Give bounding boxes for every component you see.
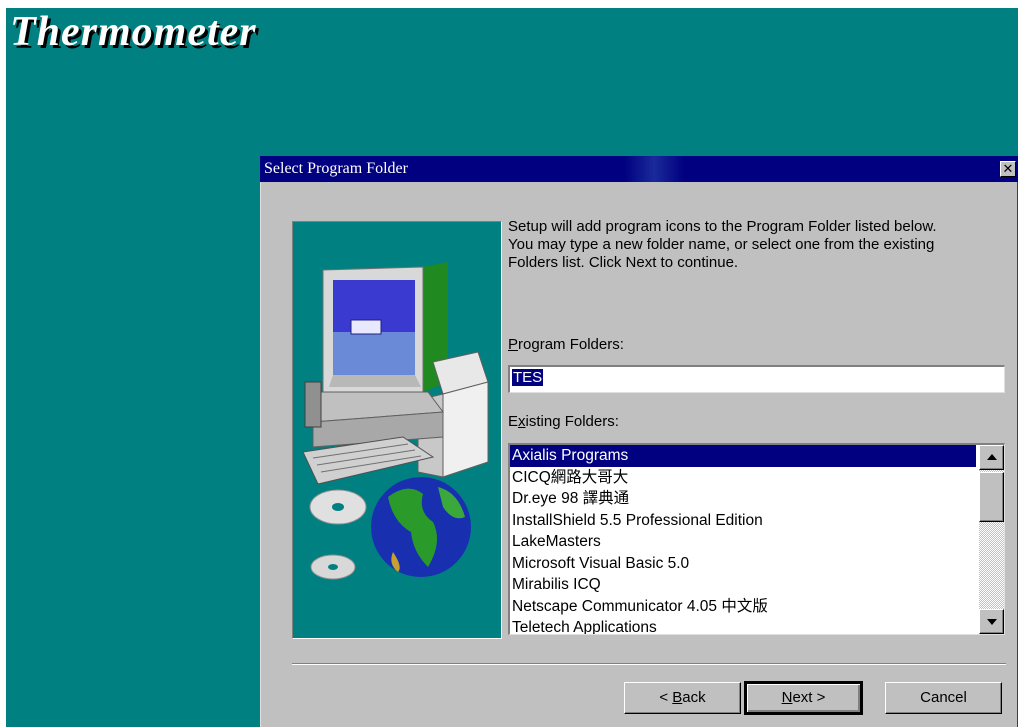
arrow-down-icon <box>987 619 997 625</box>
desktop-background: Thermometer Select Program Folder ✕ Setu… <box>6 8 1018 727</box>
intro-text: Setup will add program icons to the Prog… <box>508 218 1008 272</box>
back-button[interactable]: < Back <box>624 682 741 714</box>
folder-list-item[interactable]: Mirabilis ICQ <box>510 574 976 596</box>
app-title: Thermometer <box>10 9 257 55</box>
setup-illustration <box>292 221 502 639</box>
scroll-down-button[interactable] <box>979 609 1004 634</box>
next-button[interactable]: Next > <box>744 681 863 715</box>
scroll-up-button[interactable] <box>979 445 1004 470</box>
folder-list-item[interactable]: Teletech Applications <box>510 617 976 634</box>
scroll-thumb[interactable] <box>979 472 1004 522</box>
folder-list-item[interactable]: CICQ網路大哥大 <box>510 467 976 489</box>
folder-list-item[interactable]: Netscape Communicator 4.05 中文版 <box>510 596 976 618</box>
close-button[interactable]: ✕ <box>1000 161 1016 177</box>
program-folder-value: TES <box>512 369 544 386</box>
existing-folders-list[interactable]: Axialis Programs CICQ網路大哥大 Dr.eye 98 譯典通 In… <box>508 443 1005 635</box>
folder-list-item[interactable]: LakeMasters <box>510 531 976 553</box>
existing-folders-label: Existing Folders: <box>508 413 619 430</box>
program-folder-input[interactable]: TES <box>508 365 1005 393</box>
cancel-button[interactable]: Cancel <box>885 682 1002 714</box>
intro-line: You may type a new folder name, or selec… <box>508 236 935 253</box>
separator <box>292 663 1006 665</box>
folder-list-item[interactable]: InstallShield 5.5 Professional Edition <box>510 510 976 532</box>
intro-line: Setup will add program icons to the Prog… <box>508 218 937 235</box>
folder-items: Axialis Programs CICQ網路大哥大 Dr.eye 98 譯典通 In… <box>510 445 976 634</box>
folder-list-item[interactable]: Microsoft Visual Basic 5.0 <box>510 553 976 575</box>
program-folders-label: Program Folders: <box>508 336 624 353</box>
dialog-title: Select Program Folder <box>264 160 408 177</box>
intro-line: Folders list. Click Next to continue. <box>508 254 739 271</box>
computer-globe-icon <box>302 262 489 580</box>
close-icon: ✕ <box>1002 162 1014 177</box>
select-program-folder-dialog: Select Program Folder ✕ Setup will add p… <box>260 156 1018 727</box>
list-scrollbar[interactable] <box>979 445 1004 634</box>
arrow-up-icon <box>987 454 997 460</box>
dialog-titlebar[interactable]: Select Program Folder ✕ <box>260 156 1018 182</box>
folder-list-item[interactable]: Dr.eye 98 譯典通 <box>510 488 976 510</box>
folder-list-item[interactable]: Axialis Programs <box>510 445 976 467</box>
